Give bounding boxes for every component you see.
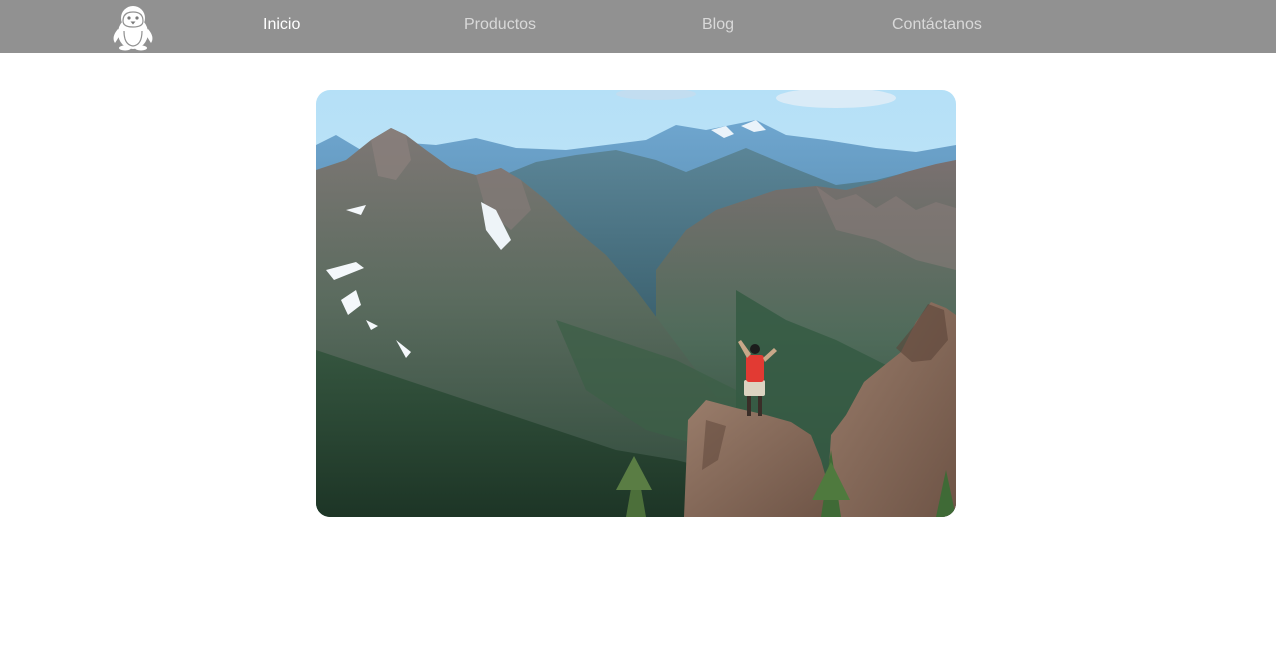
nav-link-blog[interactable]: Blog: [702, 15, 734, 35]
penguin-logo-icon[interactable]: [109, 3, 157, 51]
navbar: Inicio Productos Blog Contáctanos: [0, 0, 1276, 53]
nav-link-productos[interactable]: Productos: [464, 15, 536, 35]
hero-image: [316, 90, 956, 517]
mountain-hiker-photo: [316, 90, 956, 517]
nav-link-contactanos[interactable]: Contáctanos: [892, 15, 982, 35]
nav-link-inicio[interactable]: Inicio: [263, 15, 300, 35]
